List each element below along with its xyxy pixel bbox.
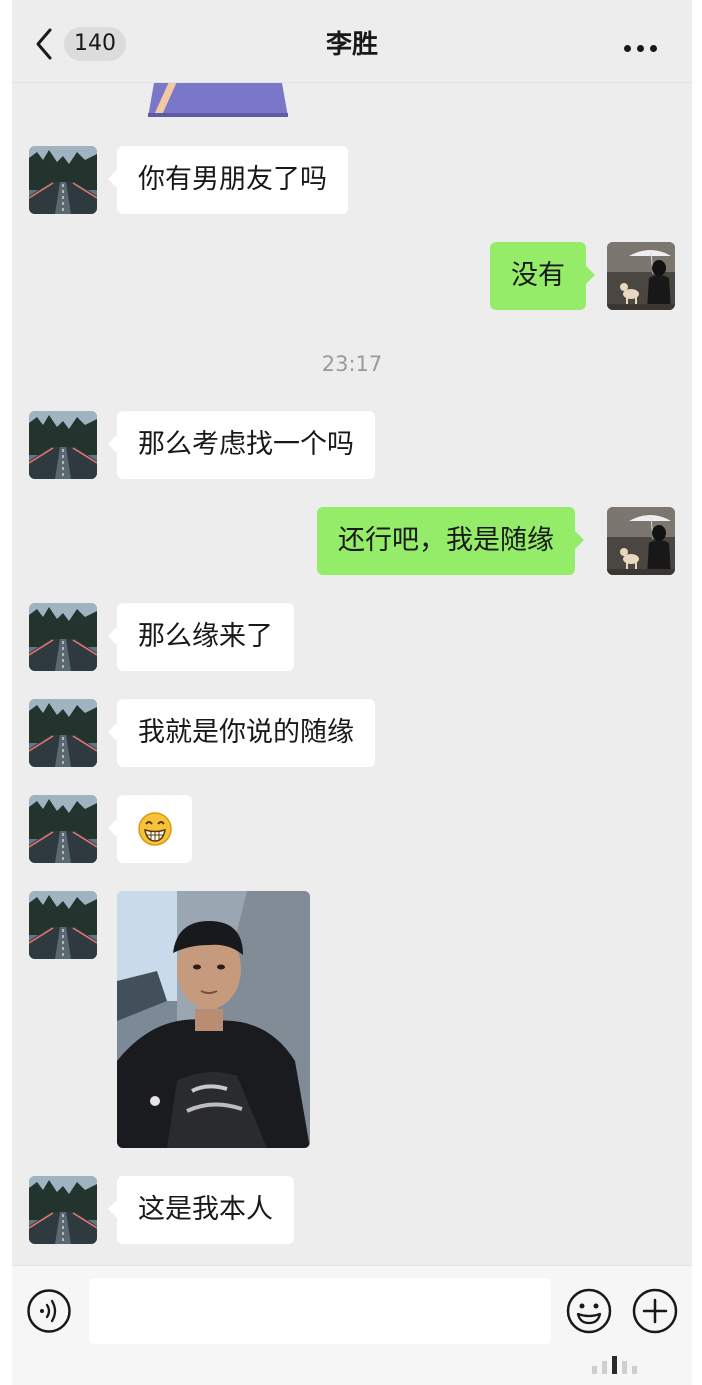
- selfie-photo-message[interactable]: [117, 891, 310, 1148]
- contact-avatar[interactable]: [29, 891, 97, 959]
- message-list[interactable]: 你有男朋友了吗 没有 23:17 那么考虑找一个吗 还行吧，我是随缘 那么缘来了…: [12, 0, 692, 1265]
- contact-avatar[interactable]: [29, 699, 97, 767]
- sent-message-bubble[interactable]: 没有: [490, 242, 595, 310]
- voice-icon[interactable]: [26, 1288, 72, 1334]
- received-message-bubble[interactable]: 这是我本人: [108, 1176, 294, 1244]
- my-avatar[interactable]: [607, 242, 675, 310]
- my-avatar[interactable]: [607, 507, 675, 575]
- plus-icon[interactable]: [631, 1287, 679, 1335]
- received-message-bubble[interactable]: 那么缘来了: [108, 603, 294, 671]
- chat-screen: 你有男朋友了吗 没有 23:17 那么考虑找一个吗 还行吧，我是随缘 那么缘来了…: [12, 0, 692, 1385]
- grinning-face-icon: [138, 812, 172, 846]
- received-message-bubble[interactable]: 你有男朋友了吗: [108, 146, 348, 214]
- message-text: 那么缘来了: [138, 621, 273, 652]
- watermark-icon: [592, 1356, 637, 1374]
- chat-title: 李胜: [325, 30, 378, 60]
- contact-avatar[interactable]: [29, 411, 97, 479]
- emoji-icon[interactable]: [565, 1287, 613, 1335]
- message-text: 那么考虑找一个吗: [138, 429, 354, 460]
- message-text: 这是我本人: [138, 1194, 273, 1225]
- message-text: 我就是你说的随缘: [138, 717, 354, 748]
- more-icon[interactable]: [624, 37, 668, 52]
- received-message-bubble[interactable]: 我就是你说的随缘: [108, 699, 375, 767]
- received-emoji-bubble[interactable]: [108, 795, 192, 863]
- contact-avatar[interactable]: [29, 603, 97, 671]
- sent-message-bubble[interactable]: 还行吧，我是随缘: [317, 507, 584, 575]
- message-text: 还行吧，我是随缘: [338, 525, 554, 556]
- contact-avatar[interactable]: [29, 1176, 97, 1244]
- message-input[interactable]: [89, 1278, 551, 1344]
- message-timestamp: 23:17: [321, 352, 383, 376]
- message-text: 你有男朋友了吗: [138, 164, 327, 195]
- message-text: 没有: [511, 260, 565, 291]
- chat-header: 140 李胜: [12, 0, 692, 83]
- received-message-bubble[interactable]: 那么考虑找一个吗: [108, 411, 375, 479]
- contact-avatar[interactable]: [29, 795, 97, 863]
- contact-avatar[interactable]: [29, 146, 97, 214]
